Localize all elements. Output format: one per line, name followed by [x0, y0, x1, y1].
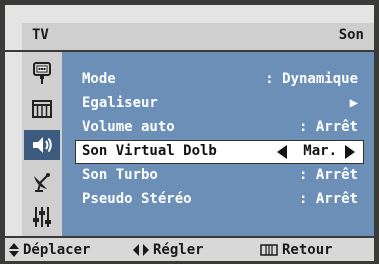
- footer-adjust-hint: Régler: [133, 242, 204, 258]
- sidebar-item-picture[interactable]: [24, 94, 60, 124]
- section-title: Son: [338, 27, 364, 43]
- tv-label: TV: [32, 27, 49, 43]
- menu-item-egaliseur[interactable]: Egaliseur ▶: [62, 93, 374, 115]
- footer-back-label: Retour: [282, 242, 333, 258]
- menu-item-label: Egaliseur: [82, 95, 158, 111]
- sidebar-item-sound[interactable]: [24, 130, 60, 160]
- menu-item-label: Mode: [82, 71, 116, 87]
- up-down-arrows-icon: [9, 243, 19, 257]
- menu-panel: Mode : Dynamique Egaliseur ▶ Volume auto…: [62, 52, 374, 236]
- sidebar: [22, 52, 62, 236]
- menu-item-son-virtual-dolby[interactable]: Son Virtual Dolb Mar.: [75, 140, 364, 164]
- menu-item-label: Volume auto: [82, 119, 175, 135]
- footer-move-hint: Déplacer: [9, 242, 90, 258]
- menu-item-volume-auto[interactable]: Volume auto : Arrêt: [62, 117, 374, 139]
- sidebar-item-setup[interactable]: [24, 202, 60, 232]
- sidebar-item-channel[interactable]: [24, 166, 60, 196]
- menu-item-label: Son Virtual Dolb: [82, 143, 217, 159]
- picture-grid-icon: [32, 100, 52, 118]
- footer-move-label: Déplacer: [23, 242, 91, 258]
- speaker-icon: [33, 137, 52, 153]
- right-arrow-icon[interactable]: [345, 145, 355, 163]
- menu-item-mode[interactable]: Mode : Dynamique: [62, 69, 374, 91]
- satellite-dish-icon: [34, 173, 50, 192]
- menu-item-son-turbo[interactable]: Son Turbo : Arrêt: [62, 165, 374, 187]
- footer-adjust-label: Régler: [153, 242, 204, 258]
- left-right-arrows-icon: [133, 244, 149, 256]
- left-arrow-icon[interactable]: [277, 145, 287, 163]
- menu-grid-icon: [260, 244, 278, 256]
- sidebar-item-input[interactable]: [24, 58, 60, 88]
- menu-item-pseudo-stereo[interactable]: Pseudo Stéréo : Arrêt: [62, 189, 374, 211]
- header-bar: TV Son: [5, 5, 374, 52]
- menu-item-value: Mar.: [303, 143, 337, 159]
- osd-window: TV Son Mode: Dynamique Egaliseur ▶ Volu…: [5, 5, 374, 261]
- footer-bar: Déplacer Régler Retour: [5, 236, 374, 261]
- menu-item-value: : Dynamique: [265, 71, 358, 87]
- menu-item-label: Son Turbo: [82, 167, 158, 183]
- menu-item-value: : Arrêt: [298, 119, 358, 135]
- menu-item-value: : Arrêt: [298, 167, 358, 183]
- footer-back-hint: Retour: [260, 242, 333, 258]
- menu-item-label: Pseudo Stéréo: [82, 191, 192, 207]
- settings-sliders-icon: [33, 207, 51, 227]
- osd-frame: TV Son Mode: Dynamique Egaliseur ▶ Volu…: [0, 0, 379, 264]
- menu-item-value: : Arrêt: [298, 191, 358, 207]
- submenu-arrow-icon: ▶: [349, 95, 358, 111]
- antenna-input-icon: [33, 62, 51, 84]
- header-inner: TV Son: [22, 23, 374, 50]
